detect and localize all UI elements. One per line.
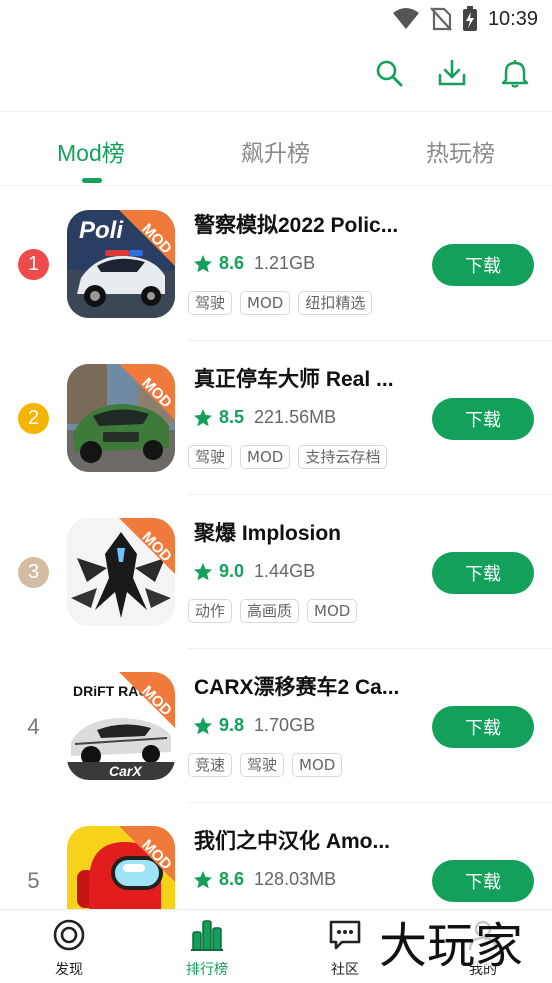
app-score: 8.5 [219, 407, 245, 427]
tab-hot-ranking[interactable]: 热玩榜 [426, 134, 495, 168]
rank-number: 4 [27, 713, 40, 739]
star-icon [194, 562, 212, 580]
nav-label: 发现 [55, 962, 83, 978]
download-button[interactable]: 下载 [432, 706, 534, 748]
tag[interactable]: 竞速 [188, 753, 233, 777]
app-score: 9.8 [219, 715, 245, 735]
battery-charging-icon [462, 6, 477, 31]
app-size: 128.03MB [254, 869, 337, 889]
list-item[interactable]: 4 DRiFT RACING CarX MOD CARX漂移赛车2 Ca... … [0, 649, 552, 803]
download-icon[interactable] [437, 58, 467, 88]
status-time: 10:39 [487, 7, 538, 30]
nav-item-ranking[interactable]: 排行榜 [157, 910, 257, 983]
download-button[interactable]: 下载 [432, 860, 534, 902]
app-tags: 动作 高画质 MOD [188, 599, 358, 623]
nav-item-discover[interactable]: 发现 [19, 910, 119, 983]
drift-racing-game-icon[interactable]: DRiFT RACING CarX MOD [67, 672, 175, 780]
search-icon[interactable] [374, 58, 404, 88]
app-title[interactable]: 真正停车大师 Real ... [194, 363, 420, 393]
community-icon [329, 920, 361, 950]
list-item[interactable]: 2 MOD 真正停车大师 Real ... 8.5 221.56MB 驾驶 MO… [0, 341, 552, 495]
tag[interactable]: 高画质 [240, 599, 300, 623]
download-button[interactable]: 下载 [432, 398, 534, 440]
app-score: 8.6 [219, 253, 245, 273]
rank-badge: 3 [18, 557, 49, 588]
wifi-icon [392, 8, 419, 29]
tab-rising-ranking[interactable]: 飙升榜 [241, 134, 310, 168]
tag[interactable]: MOD [240, 291, 291, 315]
tag[interactable]: MOD [292, 753, 343, 777]
app-size: 1.70GB [254, 715, 316, 735]
tab-active-indicator [82, 178, 102, 183]
app-score: 9.0 [219, 561, 245, 581]
tag[interactable]: 驾驶 [240, 753, 285, 777]
ranking-tabs: Mod榜 飙升榜 热玩榜 [0, 112, 552, 186]
app-title[interactable]: 我们之中汉化 Amo... [194, 825, 420, 855]
app-size: 1.44GB [254, 561, 316, 581]
app-title[interactable]: 聚爆 Implosion [194, 517, 420, 547]
discover-icon [53, 919, 85, 951]
mech-robot-game-icon[interactable]: MOD [67, 518, 175, 626]
app-title[interactable]: 警察模拟2022 Polic... [194, 209, 420, 239]
rank-badge: 2 [18, 403, 49, 434]
list-item[interactable]: 3 MOD 聚爆 Implosion 9.0 1.44GB 动作 高画质 MOD [0, 495, 552, 649]
tag[interactable]: MOD [240, 445, 291, 469]
star-icon [194, 254, 212, 272]
app-meta: 8.6 128.03MB [193, 869, 336, 890]
police-car-game-icon[interactable]: Poli MOD [67, 210, 175, 318]
list-item[interactable]: 5 MOD 我们之中汉化 Amo... 8.6 128.03MB 下载 [0, 803, 552, 909]
no-sim-icon [430, 7, 452, 31]
nav-label: 排行榜 [186, 962, 228, 978]
download-button[interactable]: 下载 [432, 244, 534, 286]
tag[interactable]: 动作 [188, 599, 233, 623]
app-title[interactable]: CARX漂移赛车2 Ca... [194, 671, 420, 701]
status-bar: 10:39 [0, 0, 552, 38]
star-icon [194, 408, 212, 426]
app-meta: 8.5 221.56MB [193, 407, 336, 428]
app-score: 8.6 [219, 869, 245, 889]
list-item[interactable]: 1 Poli MOD 警察模拟2022 Polic... 8.6 1.21GB [0, 187, 552, 341]
tag[interactable]: 驾驶 [188, 445, 233, 469]
game-brand-text: CarX [109, 763, 143, 779]
app-meta: 9.0 1.44GB [193, 561, 315, 582]
rank-badge: 1 [18, 249, 49, 280]
app-tags: 竞速 驾驶 MOD [188, 753, 343, 777]
rank-number: 5 [27, 867, 40, 893]
tag[interactable]: 纽扣精选 [298, 291, 373, 315]
app-meta: 9.8 1.70GB [193, 715, 315, 736]
tag[interactable]: MOD [307, 599, 358, 623]
ranking-icon [191, 920, 223, 951]
watermark-logo: 大玩家 [375, 916, 545, 972]
app-header [0, 38, 552, 112]
app-tags: 驾驶 MOD 支持云存档 [188, 445, 388, 469]
star-icon [194, 716, 212, 734]
green-car-game-icon[interactable]: MOD [67, 364, 175, 472]
ranking-list: 1 Poli MOD 警察模拟2022 Polic... 8.6 1.21GB [0, 187, 552, 909]
download-button[interactable]: 下载 [432, 552, 534, 594]
app-meta: 8.6 1.21GB [193, 253, 315, 274]
tag[interactable]: 支持云存档 [298, 445, 388, 469]
bell-icon[interactable] [500, 58, 530, 88]
watermark-text: 大玩家 [379, 918, 523, 972]
among-us-game-icon[interactable]: MOD [67, 826, 175, 909]
tag[interactable]: 驾驶 [188, 291, 233, 315]
app-size: 221.56MB [254, 407, 337, 427]
app-size: 1.21GB [254, 253, 316, 273]
svg-text:Poli: Poli [79, 217, 124, 244]
tab-mod-ranking[interactable]: Mod榜 [57, 134, 125, 168]
app-tags: 驾驶 MOD 纽扣精选 [188, 291, 373, 315]
star-icon [194, 870, 212, 888]
